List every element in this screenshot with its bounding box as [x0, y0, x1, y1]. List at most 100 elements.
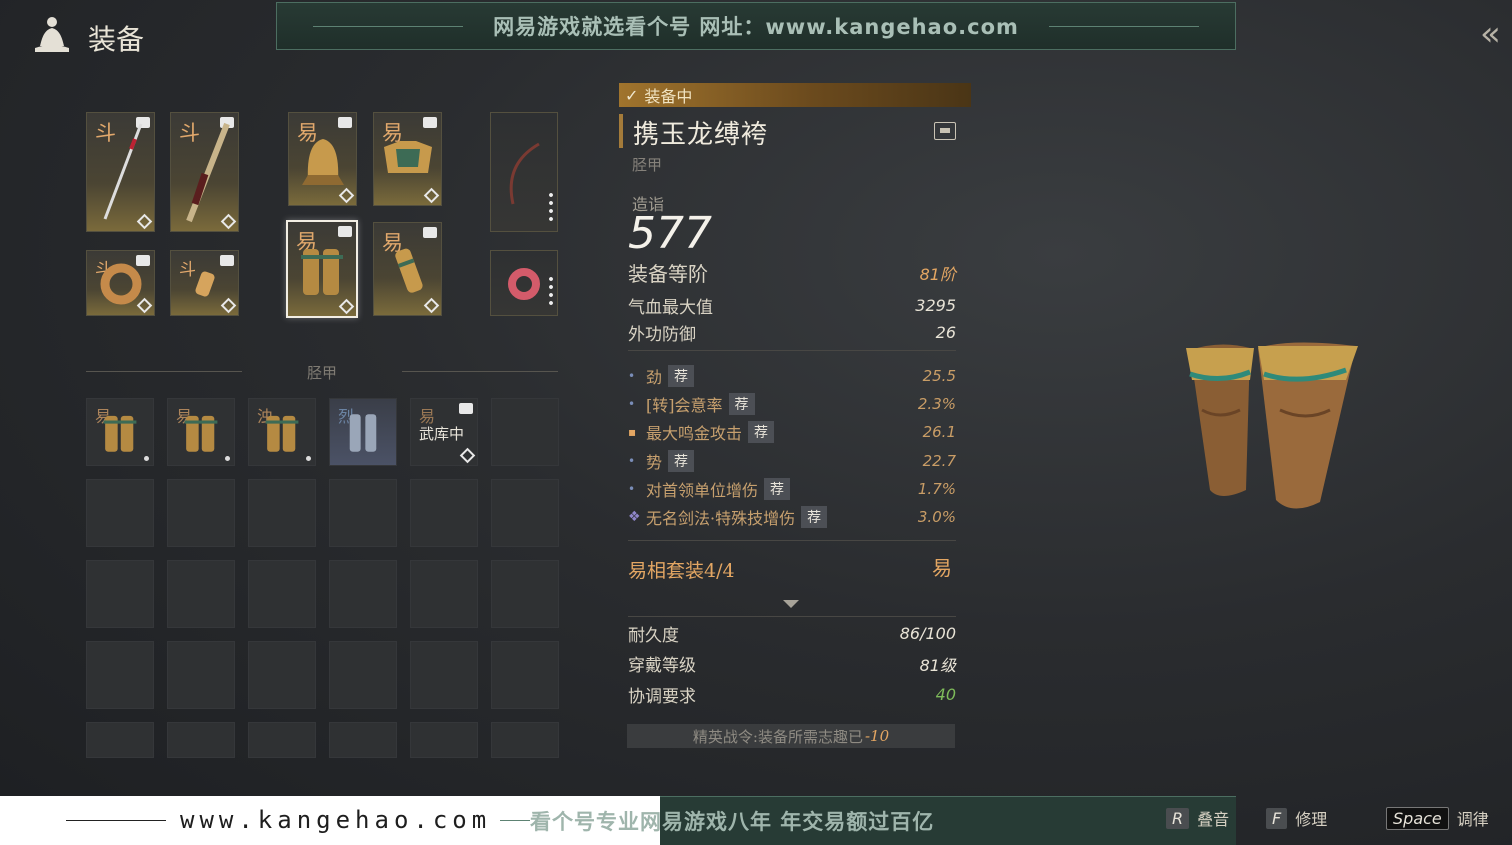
spear-icon [103, 123, 142, 220]
empty-slot[interactable] [329, 722, 397, 758]
stat-label: 外功防御 [628, 325, 696, 345]
lock-tag-icon [423, 227, 437, 238]
empty-slot[interactable] [329, 641, 397, 709]
armor-slot-greaves[interactable]: 易 [286, 220, 358, 318]
inventory-item-stored[interactable]: 易 武库中 [410, 398, 478, 466]
empty-slot[interactable] [410, 479, 478, 547]
item-preview-greaves[interactable] [1180, 340, 1370, 530]
greaves-icon [184, 416, 218, 453]
inventory-item[interactable]: 浊 [248, 398, 316, 466]
set-mark: 易 [932, 556, 952, 580]
substat-label: [转]会意率 [646, 396, 723, 415]
empty-slot[interactable] [410, 722, 478, 758]
empty-slot[interactable] [86, 560, 154, 628]
red-bangle-icon [508, 268, 540, 301]
empty-slot[interactable] [167, 641, 235, 709]
hotkey-label: 叠音 [1197, 810, 1230, 829]
empty-slot[interactable] [491, 722, 559, 758]
bow-icon [509, 143, 540, 205]
empty-slot[interactable] [167, 560, 235, 628]
substat-bullet: • [628, 482, 636, 496]
empty-slot[interactable] [329, 479, 397, 547]
lock-tag-icon [459, 403, 473, 414]
empty-slot[interactable] [329, 560, 397, 628]
substat-row: • 势 荐 22.7 [628, 449, 956, 473]
empty-slot[interactable] [86, 479, 154, 547]
accessory-slot-pendant[interactable]: 斗 [170, 250, 239, 316]
empty-slot[interactable] [248, 722, 316, 758]
equipped-banner: ✓ 装备中 [619, 83, 971, 107]
durability-label: 耐久度 [628, 626, 679, 646]
hotkey-stack[interactable]: R 叠音 [1166, 806, 1229, 830]
gem-icon [459, 447, 476, 464]
empty-slot[interactable] [410, 560, 478, 628]
key-f: F [1266, 807, 1288, 829]
recommend-badge: 荐 [668, 450, 695, 472]
equipped-label: 装备中 [644, 87, 693, 106]
tier-value: 81阶 [919, 264, 956, 284]
stat-label: 气血最大值 [628, 298, 713, 318]
divider [628, 350, 956, 351]
substat-value: 3.0% [917, 508, 956, 526]
gem-icon [423, 187, 440, 204]
expand-arrow-icon[interactable] [783, 600, 799, 608]
slogan-divider [500, 820, 530, 821]
bow-slot[interactable] [490, 112, 558, 232]
more-options-icon[interactable] [549, 275, 553, 309]
empty-slot[interactable] [491, 479, 559, 547]
empty-slot[interactable] [167, 722, 235, 758]
banner-divider [313, 25, 464, 27]
collapse-panel-icon[interactable]: « [1480, 14, 1510, 54]
substat-value: 26.1 [922, 423, 956, 441]
substat-row: • 劲 荐 25.5 [628, 364, 956, 388]
inventory-item[interactable]: 易 [86, 398, 154, 466]
empty-slot[interactable] [167, 479, 235, 547]
armor-slot-helmet[interactable]: 易 [288, 112, 357, 206]
empty-slot[interactable] [491, 560, 559, 628]
jade-ring-icon [100, 263, 141, 305]
lock-tag-icon [338, 117, 352, 128]
empty-slot[interactable] [248, 560, 316, 628]
trinket-slot[interactable] [490, 250, 558, 316]
gem-icon [220, 297, 237, 314]
greaves-icon [301, 248, 343, 295]
lock-tag-icon[interactable] [934, 122, 956, 140]
empty-slot[interactable] [248, 641, 316, 709]
empty-slot[interactable] [410, 641, 478, 709]
accessory-slot-ring[interactable]: 斗 [86, 250, 155, 316]
recommend-badge: 荐 [801, 506, 828, 528]
empty-slot[interactable] [491, 641, 559, 709]
chest-armor-icon [383, 140, 432, 173]
wear-level-label: 穿戴等级 [628, 656, 696, 676]
weapon-slot-spear[interactable]: 斗 [86, 112, 155, 232]
armor-slot-chest[interactable]: 易 [373, 112, 442, 206]
divider [628, 540, 956, 541]
name-accent-bar [619, 114, 623, 148]
hotkey-label: 修理 [1295, 810, 1328, 829]
pendant-icon [194, 271, 215, 297]
steel-greaves-icon [349, 414, 377, 453]
hotkey-repair[interactable]: F 修理 [1266, 806, 1327, 830]
lock-tag-icon [423, 117, 437, 128]
tier-label: 装备等阶 [628, 262, 708, 286]
inventory-item[interactable]: 易 [167, 398, 235, 466]
lock-tag-icon [338, 226, 352, 237]
armor-slot-gloves[interactable]: 易 [373, 222, 442, 316]
coordination-label: 协调要求 [628, 687, 696, 707]
substat-value: 1.7% [917, 480, 956, 498]
inventory-item[interactable]: 烈 [329, 398, 397, 466]
elite-value: -10 [864, 727, 890, 745]
more-options-icon[interactable] [549, 191, 553, 225]
site-divider [66, 820, 166, 821]
gloves-icon [394, 248, 423, 293]
weapon-slot-sword[interactable]: 斗 [170, 112, 239, 232]
key-space: Space [1386, 806, 1449, 830]
elite-pass-note: 精英战令:装备所需志趣已 -10 [627, 724, 955, 748]
empty-slot[interactable] [86, 641, 154, 709]
empty-slot[interactable] [86, 722, 154, 758]
empty-slot[interactable] [248, 479, 316, 547]
hotkey-tune[interactable]: Space 调律 [1386, 806, 1489, 830]
greaves-icon [265, 416, 299, 453]
empty-slot[interactable] [491, 398, 559, 466]
substat-label: 势 [646, 453, 663, 472]
